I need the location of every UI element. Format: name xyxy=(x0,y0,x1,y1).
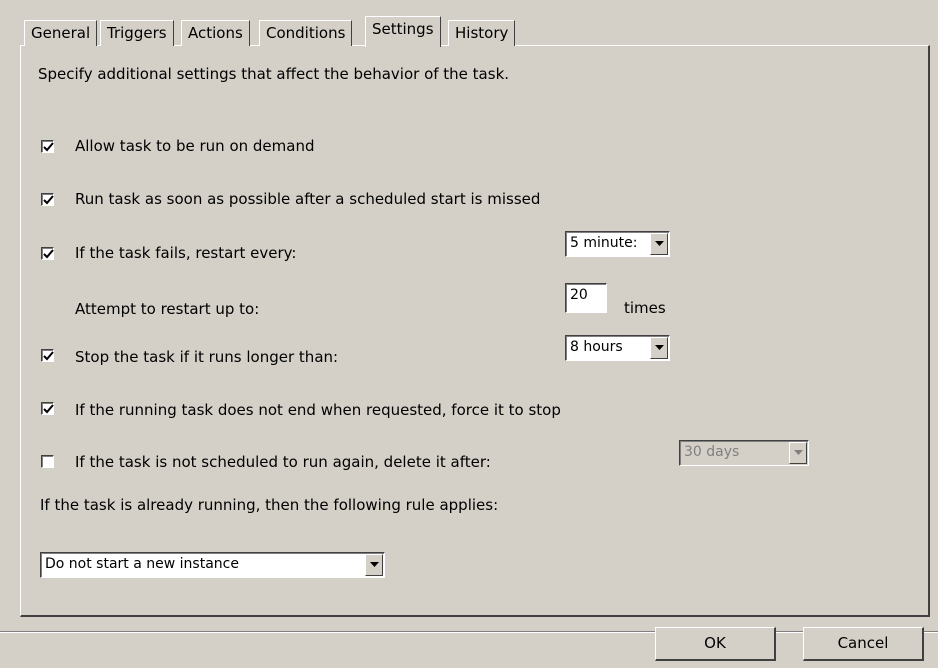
settings-panel: Specify additional settings that affect … xyxy=(20,45,930,617)
running-rule-combo[interactable]: Do not start a new instance xyxy=(40,552,385,578)
cancel-button[interactable]: Cancel xyxy=(803,627,924,661)
chevron-down-icon[interactable] xyxy=(650,337,668,359)
allow-on-demand-checkbox[interactable] xyxy=(41,140,54,153)
footer-divider xyxy=(0,631,938,633)
running-rule-label: If the task is already running, then the… xyxy=(40,496,499,514)
chevron-down-icon[interactable] xyxy=(650,233,668,255)
restart-attempts-unit: times xyxy=(624,299,666,317)
tab-settings[interactable]: Settings xyxy=(365,16,441,47)
run-asap-missed-label: Run task as soon as possible after a sch… xyxy=(75,190,541,208)
allow-on-demand-label: Allow task to be run on demand xyxy=(75,137,315,155)
stop-if-longer-label: Stop the task if it runs longer than: xyxy=(75,348,339,366)
task-properties-dialog: Specify additional settings that affect … xyxy=(0,0,938,668)
running-rule-value: Do not start a new instance xyxy=(45,556,239,572)
restart-every-checkbox[interactable] xyxy=(41,247,54,260)
restart-every-label: If the task fails, restart every: xyxy=(75,244,297,262)
restart-interval-value: 5 minute: xyxy=(570,235,638,251)
stop-if-longer-checkbox[interactable] xyxy=(41,349,54,362)
run-asap-missed-checkbox[interactable] xyxy=(41,193,54,206)
stop-duration-value: 8 hours xyxy=(570,339,623,355)
tab-actions[interactable]: Actions xyxy=(181,20,250,46)
chevron-down-icon[interactable] xyxy=(789,442,807,464)
description-text: Specify additional settings that affect … xyxy=(38,65,510,83)
chevron-down-icon[interactable] xyxy=(365,554,383,576)
force-stop-checkbox[interactable] xyxy=(41,402,54,415)
tab-general[interactable]: General xyxy=(24,20,98,46)
restart-interval-combo[interactable]: 5 minute: xyxy=(565,231,670,257)
tab-triggers[interactable]: Triggers xyxy=(100,20,174,46)
restart-attempts-input[interactable]: 20 xyxy=(565,283,607,313)
stop-duration-combo[interactable]: 8 hours xyxy=(565,335,670,361)
force-stop-label: If the running task does not end when re… xyxy=(75,401,561,419)
tab-history[interactable]: History xyxy=(448,20,516,46)
ok-button[interactable]: OK xyxy=(655,627,776,661)
delete-after-value: 30 days xyxy=(684,444,740,460)
tab-conditions[interactable]: Conditions xyxy=(259,20,353,46)
delete-after-label: If the task is not scheduled to run agai… xyxy=(75,453,491,471)
delete-after-checkbox[interactable] xyxy=(41,455,54,468)
delete-after-combo[interactable]: 30 days xyxy=(679,440,809,466)
restart-attempts-label: Attempt to restart up to: xyxy=(75,300,260,318)
